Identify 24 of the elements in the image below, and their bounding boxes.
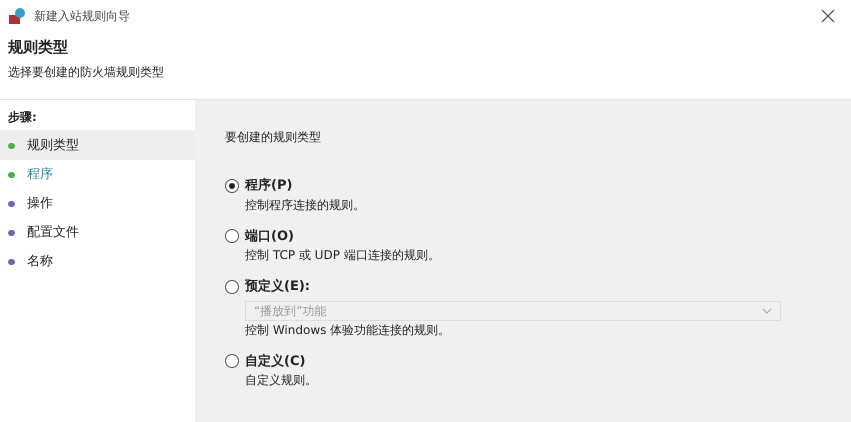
page-subtitle: 选择要创建的防火墙规则类型	[8, 64, 165, 80]
option-description: 控制 Windows 体验功能连接的规则。	[245, 322, 452, 338]
step-item[interactable]: 名称	[0, 247, 195, 276]
close-icon	[821, 9, 835, 23]
option-label: 预定义(E):	[245, 278, 310, 296]
page-title: 规则类型	[8, 37, 69, 58]
option-description: 控制 TCP 或 UDP 端口连接的规则。	[245, 247, 441, 264]
option-label: 自定义(C)	[245, 352, 306, 370]
step-item[interactable]: 配置文件	[0, 218, 195, 247]
radio-button[interactable]	[225, 354, 239, 368]
step-item[interactable]: 操作	[0, 189, 195, 218]
firewall-icon	[8, 7, 26, 25]
step-item[interactable]: 程序	[0, 160, 195, 189]
step-item[interactable]: 规则类型	[0, 131, 195, 160]
window-title: 新建入站规则向导	[34, 8, 130, 25]
option-description: 控制程序连接的规则。	[245, 196, 366, 214]
prompt-text: 要创建的规则类型	[225, 129, 322, 146]
option-label: 端口(O)	[245, 228, 294, 246]
radio-button[interactable]	[225, 229, 239, 244]
chevron-down-icon	[762, 308, 772, 314]
option-label: 程序(P)	[245, 176, 292, 195]
radio-button[interactable]	[225, 178, 239, 193]
radio-button[interactable]	[225, 280, 239, 294]
option-description: 自定义规则。	[245, 372, 318, 389]
